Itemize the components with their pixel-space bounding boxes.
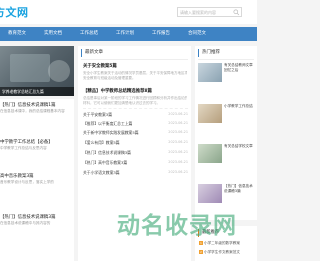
- article-date: 2023-06-21: [168, 140, 188, 144]
- divider: [83, 108, 188, 109]
- article-title[interactable]: 【热门】信息技术说课稿3篇: [83, 150, 131, 156]
- article-title[interactable]: 关于小学语文教案3篇: [83, 170, 120, 176]
- watermark: 动名收录网: [117, 213, 237, 239]
- left-item-title[interactable]: 【热门】信息技术说课稿1篇: [0, 102, 55, 108]
- left-item-desc: 在信息技术课中，我的总结课程基本内容: [0, 109, 65, 113]
- left-item-title[interactable]: 中学教学工作总结【必备】: [0, 139, 53, 145]
- article-list-item[interactable]: 【热门】信息技术说课稿3篇 2023-06-21: [83, 150, 188, 156]
- article-title[interactable]: 【推荐】以平衡度汇总工上篇: [83, 121, 132, 127]
- slider-caption[interactable]: 学养老教学总结汇总九篇: [0, 87, 74, 96]
- article-date: 2023-06-21: [168, 170, 188, 174]
- ranked-title[interactable]: 小学学生作文教案范文: [204, 250, 240, 254]
- left-item-desc: 在信息技术说课稿中与其内容的: [0, 221, 51, 225]
- article-list-item[interactable]: 【推荐】以平衡度汇总工上篇 2023-06-21: [83, 121, 188, 127]
- article-title[interactable]: 关于新中学教师实践发展教案5篇: [83, 130, 139, 136]
- article-list-item[interactable]: 关于新中学教师实践发展教案5篇 2023-06-21: [83, 130, 188, 136]
- left-article-list: 【热门】信息技术说课稿1篇 在信息技术课中，我的总结课程基本内容 中学教学工作总…: [0, 99, 74, 261]
- article-list-item[interactable]: 关于小学语文教案3篇 2023-06-21: [83, 170, 188, 176]
- article-date: 2023-06-21: [168, 121, 188, 125]
- hot-thumbnail[interactable]: [198, 144, 222, 163]
- hot-item[interactable]: 有关总结学校文章: [198, 144, 254, 164]
- nav-item-plan[interactable]: 工作计划: [108, 27, 142, 41]
- article-title[interactable]: 【热门】高中音乐教案3篇: [83, 160, 127, 166]
- nav-item-summary[interactable]: 工作总结: [72, 27, 106, 41]
- hot-item[interactable]: 【热门】信息技术说课稿3篇: [198, 184, 254, 204]
- search-box[interactable]: [177, 7, 242, 17]
- headline-article[interactable]: 【精品】中学教师总结精选推荐8篇: [83, 88, 152, 94]
- hot-title[interactable]: 【热门】信息技术说课稿3篇: [224, 184, 256, 194]
- rank-badge: 1: [199, 241, 203, 245]
- hot-title[interactable]: 有关总结教师文章回忆之后: [224, 63, 256, 73]
- site-logo[interactable]: 方文网: [0, 4, 29, 20]
- article-summary: 材料，它可以使我们更加清楚地认识过去的学习。: [83, 101, 160, 105]
- ranked-title[interactable]: 小学二年级的数学教案: [204, 241, 240, 245]
- hot-recommend-panel: 热门推荐 有关总结教师文章回忆之后 小学教学工作总结 有关总结学校文章 【热门】…: [195, 46, 257, 220]
- headline-article[interactable]: 关于安全教案5篇: [83, 63, 117, 69]
- article-list-item[interactable]: 关于平安教案3篇 2023-06-21: [83, 112, 188, 118]
- hot-title[interactable]: 有关总结学校文章: [224, 144, 256, 149]
- hot-item[interactable]: 小学教学工作总结: [198, 104, 254, 124]
- header: 方文网: [0, 0, 257, 24]
- search-icon[interactable]: [233, 9, 240, 16]
- hot-thumbnail[interactable]: [198, 63, 222, 82]
- section-title: 最新文章: [81, 49, 103, 57]
- article-title[interactable]: 【爱么有用】教案5篇: [83, 140, 120, 146]
- image-slider[interactable]: 学养老教学总结汇总九篇: [0, 46, 74, 96]
- article-title[interactable]: 关于平安教案3篇: [83, 112, 112, 118]
- article-list-item[interactable]: 【热门】高中音乐教案3篇 2023-06-21: [83, 160, 188, 166]
- hot-thumbnail[interactable]: [198, 184, 222, 203]
- left-item-title[interactable]: 高中音乐教案3篇: [0, 173, 34, 179]
- left-item-title[interactable]: 【热门】信息技术说课稿3篇: [0, 214, 55, 220]
- rank-badge: 2: [199, 250, 203, 254]
- divider: [81, 59, 188, 60]
- hot-thumbnail[interactable]: [198, 104, 222, 123]
- left-item-desc: 音乐教学设计与反思，落实上学的: [0, 180, 54, 184]
- nav-item-education[interactable]: 教育范文: [0, 27, 34, 41]
- slider-image-detail: [48, 60, 70, 82]
- nav-item-report[interactable]: 工作报告: [144, 27, 178, 41]
- article-date: 2023-06-21: [168, 150, 188, 154]
- hot-item[interactable]: 有关总结教师文章回忆之后: [198, 63, 254, 83]
- ranked-item[interactable]: 1 小学二年级的数学教案: [199, 241, 240, 246]
- article-date: 2023-06-21: [168, 112, 188, 116]
- divider: [198, 59, 254, 60]
- article-date: 2023-06-21: [168, 160, 188, 164]
- left-item-desc: 中学教学工作总结与反思内容: [0, 146, 47, 150]
- main-nav: 教育范文 实用文档 工作总结 工作计划 工作报告 合同范文: [0, 27, 257, 41]
- article-summary: 安全教育与班级活动及管理重要。: [83, 76, 136, 80]
- hot-title[interactable]: 小学教学工作总结: [224, 104, 256, 109]
- search-input[interactable]: [180, 9, 236, 16]
- slider-image: [10, 54, 50, 82]
- ranked-item[interactable]: 2 小学学生作文教案范文: [199, 250, 240, 255]
- nav-item-contract[interactable]: 合同范文: [180, 27, 214, 41]
- article-list-item[interactable]: 【爱么有用】教案5篇 2023-06-21: [83, 140, 188, 146]
- article-date: 2023-06-21: [168, 130, 188, 134]
- nav-item-practical[interactable]: 实用文档: [36, 27, 70, 41]
- section-title: 热门推荐: [198, 49, 220, 57]
